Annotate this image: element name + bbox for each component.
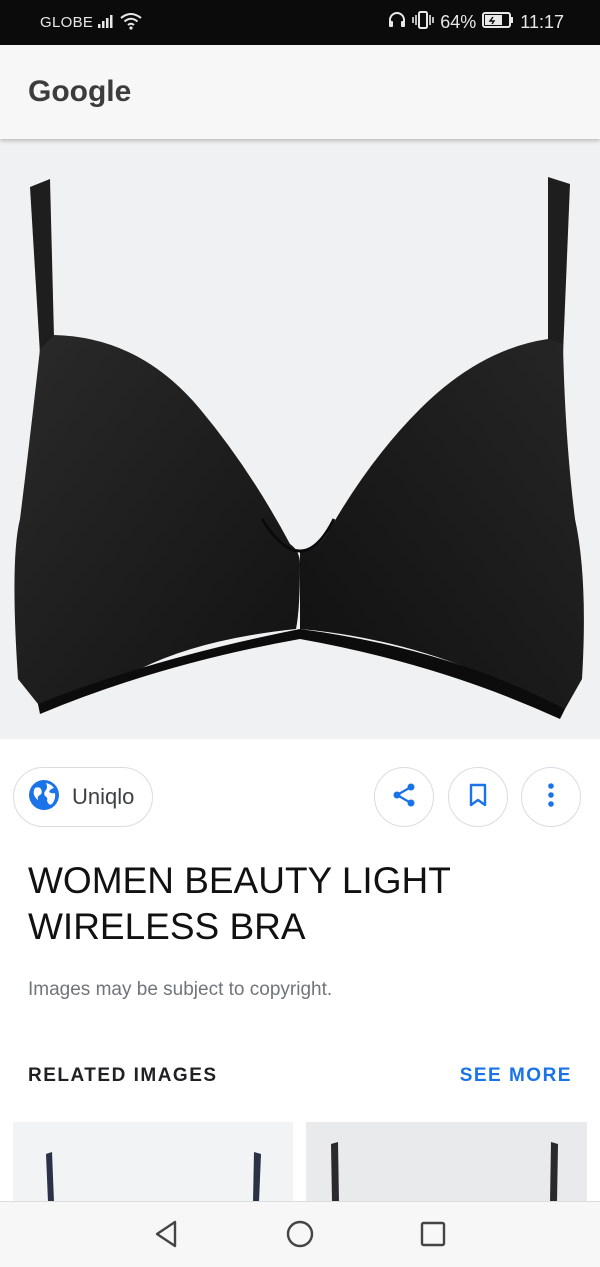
share-button[interactable]: [374, 767, 434, 827]
recents-button[interactable]: [413, 1216, 453, 1256]
clock: 11:17: [520, 12, 564, 32]
source-name: Uniqlo: [72, 784, 135, 809]
status-bar: GLOBE 64% 11:17: [0, 0, 600, 45]
thumbnail-straps: [46, 1152, 261, 1202]
back-triangle-icon: [153, 1219, 181, 1254]
related-image-thumbnail[interactable]: [306, 1122, 587, 1202]
battery-percent: 64%: [440, 12, 477, 32]
home-circle-icon: [285, 1219, 315, 1254]
result-title[interactable]: WOMEN BEAUTY LIGHT WIRELESS BRA: [28, 858, 568, 950]
recents-square-icon: [419, 1220, 447, 1253]
see-more-link[interactable]: SEE MORE: [460, 1065, 572, 1087]
back-button[interactable]: [147, 1216, 187, 1256]
copyright-notice: Images may be subject to copyright.: [28, 979, 333, 1000]
home-button[interactable]: [280, 1216, 320, 1256]
save-button[interactable]: [448, 767, 508, 827]
product-image[interactable]: [0, 139, 600, 739]
related-images-heading: RELATED IMAGES: [28, 1065, 218, 1086]
navigation-bar: [0, 1201, 600, 1267]
related-image-thumbnail[interactable]: [13, 1122, 293, 1202]
bookmark-icon: [467, 782, 489, 813]
globe-icon: [28, 779, 60, 816]
share-icon: [391, 782, 417, 813]
carrier-label: GLOBE: [40, 14, 94, 31]
more-vert-icon: [547, 782, 555, 813]
bra-illustration: [14, 177, 584, 719]
more-button[interactable]: [521, 767, 581, 827]
app-bar: Google: [0, 45, 600, 139]
battery-icon: [482, 12, 514, 33]
status-right-group: 64% 11:17: [388, 11, 564, 34]
source-chip[interactable]: Uniqlo: [13, 767, 154, 827]
headphones-icon: [388, 11, 406, 34]
app-title: Google: [28, 75, 132, 108]
signal-icon: [97, 13, 117, 34]
vibrate-icon: [412, 11, 435, 34]
thumbnail-straps: [331, 1142, 558, 1202]
wifi-icon: [119, 12, 143, 35]
